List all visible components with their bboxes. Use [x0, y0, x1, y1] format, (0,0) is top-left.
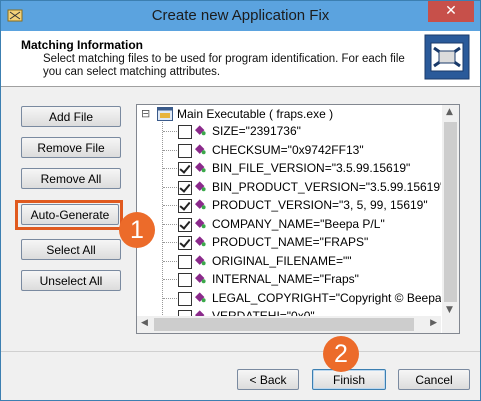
tree-connector [163, 242, 177, 243]
tree-connector [163, 150, 177, 151]
tree-connector [163, 224, 177, 225]
attribute-icon [195, 199, 206, 210]
window-title: Create new Application Fix [151, 7, 330, 24]
attribute-label: PRODUCT_NAME="FRAPS" [212, 235, 369, 249]
attribute-checkbox[interactable] [178, 144, 192, 158]
attribute-icon [195, 162, 206, 173]
attribute-label: ORIGINAL_FILENAME="" [212, 254, 352, 268]
attribute-label: SIZE="2391736" [212, 124, 301, 138]
auto-generate-highlight [15, 200, 123, 230]
attribute-checkbox[interactable] [178, 292, 192, 306]
attribute-label: BIN_PRODUCT_VERSION="3.5.99.15619" [212, 180, 441, 194]
cancel-button[interactable]: Cancel [398, 369, 470, 390]
attribute-checkbox[interactable] [178, 125, 192, 139]
header-title: Matching Information [21, 38, 143, 52]
scroll-up-icon[interactable]: ▲ [446, 107, 453, 117]
tree-root-label: Main Executable ( fraps.exe ) [177, 107, 334, 121]
close-button[interactable]: ✕ [428, 1, 474, 22]
tree-connector [162, 122, 163, 317]
remove-all-button[interactable]: Remove All [21, 168, 121, 189]
attribute-label: CHECKSUM="0x9742FF13" [212, 143, 364, 157]
attribute-label: COMPANY_NAME="Beepa P/L" [212, 217, 385, 231]
attribute-icon [195, 144, 206, 155]
vertical-scroll-thumb[interactable] [444, 122, 457, 302]
collapse-icon[interactable]: ⊟ [141, 105, 150, 123]
title-bar[interactable]: Create new Application Fix ✕ [1, 1, 480, 31]
attribute-checkbox[interactable] [178, 162, 192, 176]
vertical-scrollbar[interactable]: ▲ ▼ [442, 105, 459, 317]
attribute-icon [195, 292, 206, 303]
attribute-icon [195, 236, 206, 247]
scroll-down-icon[interactable]: ▼ [446, 305, 453, 315]
horizontal-scrollbar[interactable]: ◀ ▶ [137, 316, 441, 333]
attribute-checkbox[interactable] [178, 199, 192, 213]
attribute-checkbox[interactable] [178, 181, 192, 195]
back-button[interactable]: < Back [237, 369, 299, 390]
attribute-label: BIN_FILE_VERSION="3.5.99.15619" [212, 161, 411, 175]
select-all-button[interactable]: Select All [21, 239, 121, 260]
tree-connector [163, 261, 177, 262]
attribute-label: INTERNAL_NAME="Fraps" [212, 272, 359, 286]
tree-connector [163, 205, 177, 206]
app-fix-icon [424, 34, 470, 80]
footer-separator [1, 351, 480, 352]
horizontal-scroll-thumb[interactable] [154, 318, 414, 331]
scroll-left-icon[interactable]: ◀ [141, 318, 148, 328]
executable-icon [157, 107, 173, 121]
attribute-checkbox[interactable] [178, 273, 192, 287]
step-2-callout: 2 [323, 336, 359, 372]
attribute-icon [195, 125, 206, 136]
attribute-icon [195, 273, 206, 284]
scroll-corner [442, 316, 459, 333]
attribute-checkbox[interactable] [178, 236, 192, 250]
tree-connector [163, 131, 177, 132]
attribute-label: LEGAL_COPYRIGHT="Copyright © Beepa P/L 2 [212, 291, 441, 305]
wizard-header: Matching Information Select matching fil… [1, 31, 480, 87]
add-file-button[interactable]: Add File [21, 106, 121, 127]
scroll-right-icon[interactable]: ▶ [430, 318, 437, 328]
tree-connector [163, 187, 177, 188]
attribute-icon [195, 181, 206, 192]
tree-connector [163, 279, 177, 280]
attribute-icon [195, 218, 206, 229]
tree-viewport: ⊟ Main Executable ( fraps.exe ) SIZE="23… [137, 105, 441, 317]
step-1-callout: 1 [119, 212, 155, 248]
header-description: Select matching files to be used for pro… [43, 53, 405, 78]
matching-files-tree[interactable]: ⊟ Main Executable ( fraps.exe ) SIZE="23… [136, 104, 460, 334]
attribute-label: PRODUCT_VERSION="3, 5, 99, 15619" [212, 198, 428, 212]
tree-connector [163, 298, 177, 299]
attribute-checkbox[interactable] [178, 218, 192, 232]
attribute-icon [195, 255, 206, 266]
dialog-window: Create new Application Fix ✕ Matching In… [0, 0, 481, 401]
attribute-checkbox[interactable] [178, 255, 192, 269]
finish-button[interactable]: Finish [312, 369, 386, 390]
unselect-all-button[interactable]: Unselect All [21, 270, 121, 291]
tree-connector [163, 168, 177, 169]
remove-file-button[interactable]: Remove File [21, 137, 121, 158]
